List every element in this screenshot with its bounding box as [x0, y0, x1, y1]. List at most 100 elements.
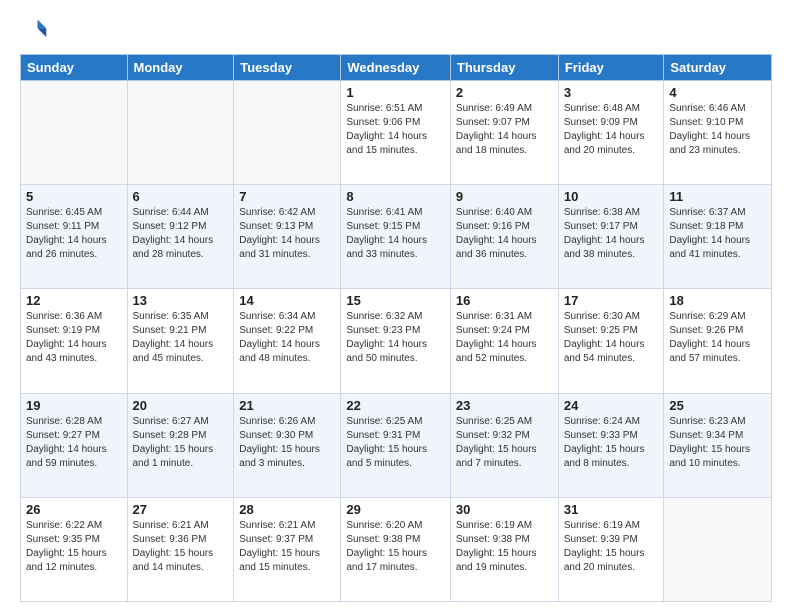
calendar-cell: 19 Sunrise: 6:28 AMSunset: 9:27 PMDayligh…	[21, 393, 128, 497]
day-number: 28	[239, 502, 335, 517]
calendar-cell	[21, 81, 128, 185]
day-info: Sunrise: 6:31 AMSunset: 9:24 PMDaylight:…	[456, 310, 553, 366]
day-info: Sunrise: 6:25 AMSunset: 9:31 PMDaylight:…	[346, 415, 445, 471]
day-number: 25	[669, 398, 766, 413]
day-info: Sunrise: 6:19 AMSunset: 9:38 PMDaylight:…	[456, 519, 553, 575]
day-info: Sunrise: 6:32 AMSunset: 9:23 PMDaylight:…	[346, 310, 445, 366]
day-number: 13	[133, 293, 229, 308]
calendar-cell: 21Sunrise: 6:26 AMSunset: 9:30 PMDayligh…	[234, 393, 341, 497]
day-number: 24	[564, 398, 659, 413]
calendar-cell: 2 Sunrise: 6:49 AMSunset: 9:07 PMDaylight…	[450, 81, 558, 185]
day-number: 22	[346, 398, 445, 413]
calendar-cell: 9Sunrise: 6:40 AMSunset: 9:16 PMDaylight…	[450, 185, 558, 289]
day-info: Sunrise: 6:19 AMSunset: 9:39 PMDaylight:…	[564, 519, 659, 575]
day-number: 5	[26, 189, 122, 204]
day-info: Sunrise: 6:40 AMSunset: 9:16 PMDaylight:…	[456, 206, 553, 262]
day-number: 15	[346, 293, 445, 308]
day-number: 1	[346, 85, 445, 100]
day-info: Sunrise: 6:49 AMSunset: 9:07 PMDaylight:…	[456, 102, 553, 158]
day-info: Sunrise: 6:29 AMSunset: 9:26 PMDaylight:…	[669, 310, 766, 366]
weekday-header-saturday: Saturday	[664, 55, 772, 81]
day-info: Sunrise: 6:22 AMSunset: 9:35 PMDaylight:…	[26, 519, 122, 575]
day-number: 7	[239, 189, 335, 204]
day-number: 2	[456, 85, 553, 100]
page: SundayMondayTuesdayWednesdayThursdayFrid…	[0, 0, 792, 612]
day-number: 30	[456, 502, 553, 517]
calendar-cell	[234, 81, 341, 185]
day-info: Sunrise: 6:21 AMSunset: 9:37 PMDaylight:…	[239, 519, 335, 575]
day-number: 16	[456, 293, 553, 308]
calendar-cell: 28 Sunrise: 6:21 AMSunset: 9:37 PMDayligh…	[234, 497, 341, 601]
calendar-table: SundayMondayTuesdayWednesdayThursdayFrid…	[20, 54, 772, 602]
calendar-cell: 3 Sunrise: 6:48 AMSunset: 9:09 PMDaylight…	[558, 81, 664, 185]
calendar-cell: 26 Sunrise: 6:22 AMSunset: 9:35 PMDayligh…	[21, 497, 128, 601]
header	[20, 16, 772, 44]
weekday-header-tuesday: Tuesday	[234, 55, 341, 81]
day-number: 10	[564, 189, 659, 204]
calendar-cell: 17Sunrise: 6:30 AMSunset: 9:25 PMDayligh…	[558, 289, 664, 393]
weekday-header-thursday: Thursday	[450, 55, 558, 81]
calendar-cell: 29 Sunrise: 6:20 AMSunset: 9:38 PMDayligh…	[341, 497, 451, 601]
day-number: 3	[564, 85, 659, 100]
day-number: 18	[669, 293, 766, 308]
logo-icon	[20, 16, 48, 44]
day-number: 14	[239, 293, 335, 308]
day-info: Sunrise: 6:41 AMSunset: 9:15 PMDaylight:…	[346, 206, 445, 262]
day-info: Sunrise: 6:24 AMSunset: 9:33 PMDaylight:…	[564, 415, 659, 471]
calendar-cell: 23 Sunrise: 6:25 AMSunset: 9:32 PMDayligh…	[450, 393, 558, 497]
day-info: Sunrise: 6:48 AMSunset: 9:09 PMDaylight:…	[564, 102, 659, 158]
day-number: 23	[456, 398, 553, 413]
day-info: Sunrise: 6:38 AMSunset: 9:17 PMDaylight:…	[564, 206, 659, 262]
calendar-cell: 24 Sunrise: 6:24 AMSunset: 9:33 PMDayligh…	[558, 393, 664, 497]
day-info: Sunrise: 6:51 AMSunset: 9:06 PMDaylight:…	[346, 102, 445, 158]
day-info: Sunrise: 6:28 AMSunset: 9:27 PMDaylight:…	[26, 415, 122, 471]
day-info: Sunrise: 6:42 AMSunset: 9:13 PMDaylight:…	[239, 206, 335, 262]
day-number: 19	[26, 398, 122, 413]
day-number: 17	[564, 293, 659, 308]
calendar-header-row: SundayMondayTuesdayWednesdayThursdayFrid…	[21, 55, 772, 81]
day-info: Sunrise: 6:37 AMSunset: 9:18 PMDaylight:…	[669, 206, 766, 262]
calendar-cell: 30 Sunrise: 6:19 AMSunset: 9:38 PMDayligh…	[450, 497, 558, 601]
day-info: Sunrise: 6:21 AMSunset: 9:36 PMDaylight:…	[133, 519, 229, 575]
weekday-header-wednesday: Wednesday	[341, 55, 451, 81]
day-info: Sunrise: 6:34 AMSunset: 9:22 PMDaylight:…	[239, 310, 335, 366]
day-number: 11	[669, 189, 766, 204]
day-number: 12	[26, 293, 122, 308]
day-number: 8	[346, 189, 445, 204]
day-info: Sunrise: 6:25 AMSunset: 9:32 PMDaylight:…	[456, 415, 553, 471]
day-number: 4	[669, 85, 766, 100]
day-info: Sunrise: 6:46 AMSunset: 9:10 PMDaylight:…	[669, 102, 766, 158]
calendar-week-row: 26 Sunrise: 6:22 AMSunset: 9:35 PMDayligh…	[21, 497, 772, 601]
day-info: Sunrise: 6:45 AMSunset: 9:11 PMDaylight:…	[26, 206, 122, 262]
calendar-cell: 22 Sunrise: 6:25 AMSunset: 9:31 PMDayligh…	[341, 393, 451, 497]
day-info: Sunrise: 6:35 AMSunset: 9:21 PMDaylight:…	[133, 310, 229, 366]
day-info: Sunrise: 6:44 AMSunset: 9:12 PMDaylight:…	[133, 206, 229, 262]
calendar-cell: 5 Sunrise: 6:45 AMSunset: 9:11 PMDaylight…	[21, 185, 128, 289]
calendar-cell: 14 Sunrise: 6:34 AMSunset: 9:22 PMDayligh…	[234, 289, 341, 393]
calendar-cell: 7 Sunrise: 6:42 AMSunset: 9:13 PMDaylight…	[234, 185, 341, 289]
day-number: 31	[564, 502, 659, 517]
calendar-cell: 31 Sunrise: 6:19 AMSunset: 9:39 PMDayligh…	[558, 497, 664, 601]
day-number: 6	[133, 189, 229, 204]
calendar-cell: 1 Sunrise: 6:51 AMSunset: 9:06 PMDaylight…	[341, 81, 451, 185]
calendar-cell: 16 Sunrise: 6:31 AMSunset: 9:24 PMDayligh…	[450, 289, 558, 393]
calendar-week-row: 12 Sunrise: 6:36 AMSunset: 9:19 PMDayligh…	[21, 289, 772, 393]
calendar-cell: 4 Sunrise: 6:46 AMSunset: 9:10 PMDaylight…	[664, 81, 772, 185]
weekday-header-friday: Friday	[558, 55, 664, 81]
calendar-cell	[664, 497, 772, 601]
calendar-week-row: 5 Sunrise: 6:45 AMSunset: 9:11 PMDaylight…	[21, 185, 772, 289]
weekday-header-monday: Monday	[127, 55, 234, 81]
calendar-cell: 12 Sunrise: 6:36 AMSunset: 9:19 PMDayligh…	[21, 289, 128, 393]
calendar-cell: 18 Sunrise: 6:29 AMSunset: 9:26 PMDayligh…	[664, 289, 772, 393]
day-number: 29	[346, 502, 445, 517]
day-info: Sunrise: 6:27 AMSunset: 9:28 PMDaylight:…	[133, 415, 229, 471]
day-info: Sunrise: 6:36 AMSunset: 9:19 PMDaylight:…	[26, 310, 122, 366]
calendar-cell: 27 Sunrise: 6:21 AMSunset: 9:36 PMDayligh…	[127, 497, 234, 601]
calendar-cell: 25 Sunrise: 6:23 AMSunset: 9:34 PMDayligh…	[664, 393, 772, 497]
day-number: 27	[133, 502, 229, 517]
day-info: Sunrise: 6:23 AMSunset: 9:34 PMDaylight:…	[669, 415, 766, 471]
calendar-cell: 20Sunrise: 6:27 AMSunset: 9:28 PMDayligh…	[127, 393, 234, 497]
calendar-cell: 6 Sunrise: 6:44 AMSunset: 9:12 PMDaylight…	[127, 185, 234, 289]
day-number: 26	[26, 502, 122, 517]
day-info: Sunrise: 6:20 AMSunset: 9:38 PMDaylight:…	[346, 519, 445, 575]
